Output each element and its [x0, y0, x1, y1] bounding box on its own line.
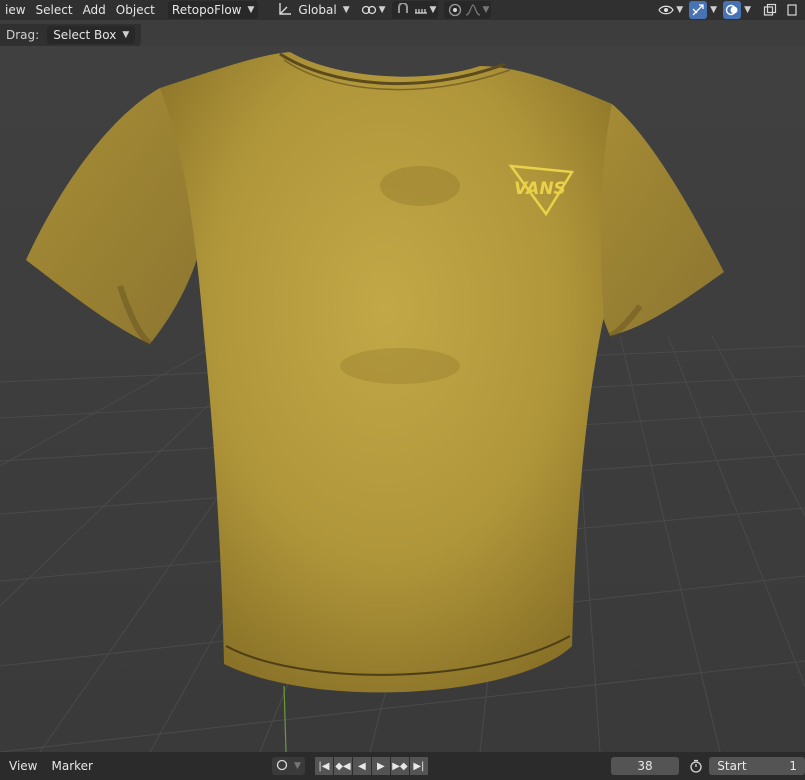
chevron-down-icon: ▼	[122, 30, 130, 40]
chevron-down-icon: ▼	[342, 5, 350, 15]
snap-magnet-icon[interactable]	[394, 1, 412, 19]
play-reverse-icon[interactable]: ◀	[352, 757, 371, 775]
start-label: Start	[717, 759, 747, 773]
chevron-down-icon[interactable]: ▼	[744, 5, 751, 15]
retopoflow-label: RetopoFlow	[171, 3, 242, 17]
chevron-down-icon[interactable]: ▼	[482, 5, 489, 15]
pivot-point-icon[interactable]	[360, 1, 378, 19]
start-frame-field[interactable]: Start 1	[709, 757, 805, 775]
solid-shading-icon[interactable]	[783, 1, 801, 19]
current-frame-field[interactable]: 38	[610, 757, 680, 775]
y-axis-line	[283, 685, 287, 752]
xray-icon[interactable]	[761, 1, 779, 19]
retopoflow-dropdown[interactable]: RetopoFlow ▼	[167, 1, 259, 19]
jump-to-next-keyframe-icon[interactable]: ▶◆	[390, 757, 409, 775]
playback-controls: |◀ ◆◀ ◀ ▶ ▶◆ ▶|	[314, 757, 429, 775]
menu-view[interactable]: iew	[0, 0, 31, 20]
proportional-edit-icon[interactable]	[446, 1, 464, 19]
3d-viewport[interactable]: VANS	[0, 46, 805, 752]
menu-select[interactable]: Select	[31, 0, 78, 20]
chevron-down-icon[interactable]: ▼	[379, 5, 386, 15]
drag-mode-label: Select Box	[53, 28, 117, 42]
start-value: 1	[789, 759, 797, 773]
chevron-down-icon[interactable]: ▼	[430, 5, 437, 15]
play-icon[interactable]: ▶	[371, 757, 390, 775]
menu-object[interactable]: Object	[111, 0, 160, 20]
timeline-menu-view[interactable]: View	[2, 752, 44, 780]
orientation-label: Global	[298, 3, 337, 17]
jump-to-prev-keyframe-icon[interactable]: ◆◀	[333, 757, 352, 775]
jump-to-start-icon[interactable]: |◀	[314, 757, 333, 775]
chevron-down-icon: ▼	[293, 761, 301, 771]
gizmo-icon[interactable]	[689, 1, 708, 19]
timeline-header: View Marker ▼ |◀ ◆◀ ◀ ▶ ▶◆ ▶| 38 Start 1	[0, 752, 805, 780]
snap-increment-icon[interactable]	[412, 1, 430, 19]
timeline-menu-marker[interactable]: Marker	[44, 752, 99, 780]
drag-label: Drag:	[6, 28, 40, 42]
logo-text: VANS	[514, 179, 566, 199]
transform-orientation-icon	[278, 2, 292, 19]
keying-dropdown[interactable]: ▼	[271, 757, 305, 775]
stopwatch-icon[interactable]	[687, 757, 705, 775]
viewport-canvas: VANS	[0, 52, 805, 752]
eye-visibility-icon[interactable]	[657, 1, 675, 19]
overlay-icon[interactable]	[723, 1, 742, 19]
falloff-curve-icon[interactable]	[464, 1, 482, 19]
keyframe-circle-icon	[276, 759, 288, 774]
chevron-down-icon[interactable]: ▼	[710, 5, 717, 15]
menu-add[interactable]: Add	[78, 0, 111, 20]
chevron-down-icon: ▼	[247, 5, 255, 15]
tool-settings-bar: Drag: Select Box ▼	[0, 24, 142, 46]
jump-to-end-icon[interactable]: ▶|	[409, 757, 428, 775]
drag-mode-dropdown[interactable]: Select Box ▼	[47, 26, 136, 44]
current-frame-value: 38	[637, 759, 653, 773]
viewport-header: iew Select Add Object RetopoFlow ▼ Globa…	[0, 0, 805, 20]
chevron-down-icon[interactable]: ▼	[676, 5, 683, 15]
transform-orientation-dropdown[interactable]: Global ▼	[274, 1, 353, 19]
